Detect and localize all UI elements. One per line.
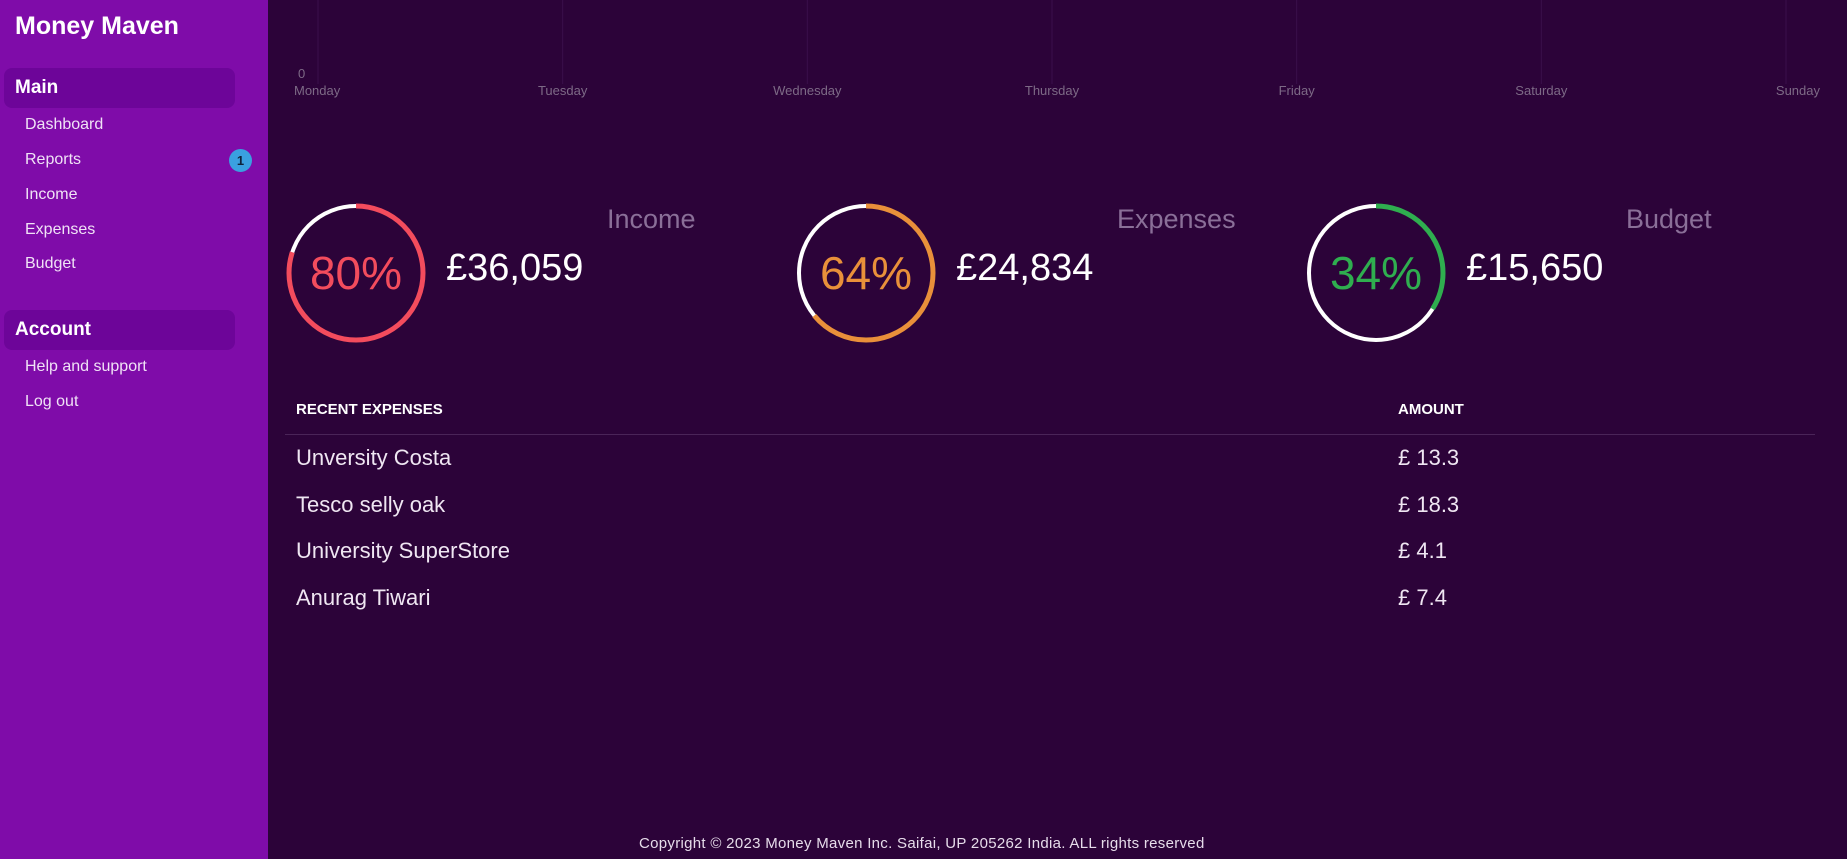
table-row-amount: £ 4.1 (1398, 538, 1447, 563)
sidebar: Money Maven Main Dashboard Reports 1 Inc… (0, 0, 268, 859)
table-header-name: Recent Expenses (296, 401, 443, 418)
chart-y-tick-label: 0 (298, 66, 305, 81)
sidebar-item-reports[interactable]: Reports (25, 150, 81, 170)
table-row-name: Tesco selly oak (296, 492, 446, 517)
footer-copyright: Copyright © 2023 Money Maven Inc. Saifai… (639, 835, 1205, 852)
income-amount: £36,059 (446, 247, 584, 289)
chart-x-tick-label: Friday (1279, 83, 1316, 98)
chart-x-tick-label: Monday (294, 83, 341, 98)
chart-x-tick-label: Thursday (1025, 83, 1080, 98)
table-header-amount: Amount (1398, 401, 1464, 418)
table-row-name: University SuperStore (296, 538, 510, 563)
table-row-name: Anurag Tiwari (296, 585, 431, 610)
sidebar-item-income[interactable]: Income (25, 185, 77, 205)
sidebar-section-account: Account (4, 310, 235, 350)
expenses-percent: 64% (819, 247, 913, 299)
income-percent: 80% (309, 247, 403, 299)
chart-x-tick-label: Saturday (1515, 83, 1568, 98)
chart-x-tick-label: Sunday (1776, 83, 1821, 98)
weekly-chart: Monday Tuesday Wednesday Thursday Friday Satu… (294, 0, 1821, 98)
sidebar-item-budget[interactable]: Budget (25, 254, 76, 274)
app-title: Money Maven (15, 12, 179, 40)
table-row-amount: £ 13.3 (1398, 445, 1460, 470)
chart-x-tick-label: Tuesday (538, 83, 588, 98)
expenses-amount: £24,834 (956, 247, 1094, 289)
sidebar-item-logout[interactable]: Log out (25, 392, 78, 412)
table-row-name: Unversity Costa (296, 445, 452, 470)
reports-count-badge: 1 (229, 149, 252, 172)
sidebar-item-help[interactable]: Help and support (25, 357, 147, 377)
main-content: Monday Tuesday Wednesday Thursday Friday Satu… (268, 0, 1847, 859)
table-row-amount: £ 18.3 (1398, 492, 1460, 517)
sidebar-section-main: Main (4, 68, 235, 108)
table-row-amount: £ 7.4 (1398, 585, 1447, 610)
chart-x-tick-label: Wednesday (773, 83, 842, 98)
expenses-label: Expenses (1117, 204, 1236, 234)
income-label: Income (607, 204, 696, 234)
budget-amount: £15,650 (1466, 247, 1604, 289)
sidebar-item-dashboard[interactable]: Dashboard (25, 115, 103, 135)
table-divider (285, 434, 1815, 435)
budget-percent: 34% (1329, 247, 1423, 299)
sidebar-item-expenses[interactable]: Expenses (25, 220, 95, 240)
budget-label: Budget (1626, 204, 1712, 234)
